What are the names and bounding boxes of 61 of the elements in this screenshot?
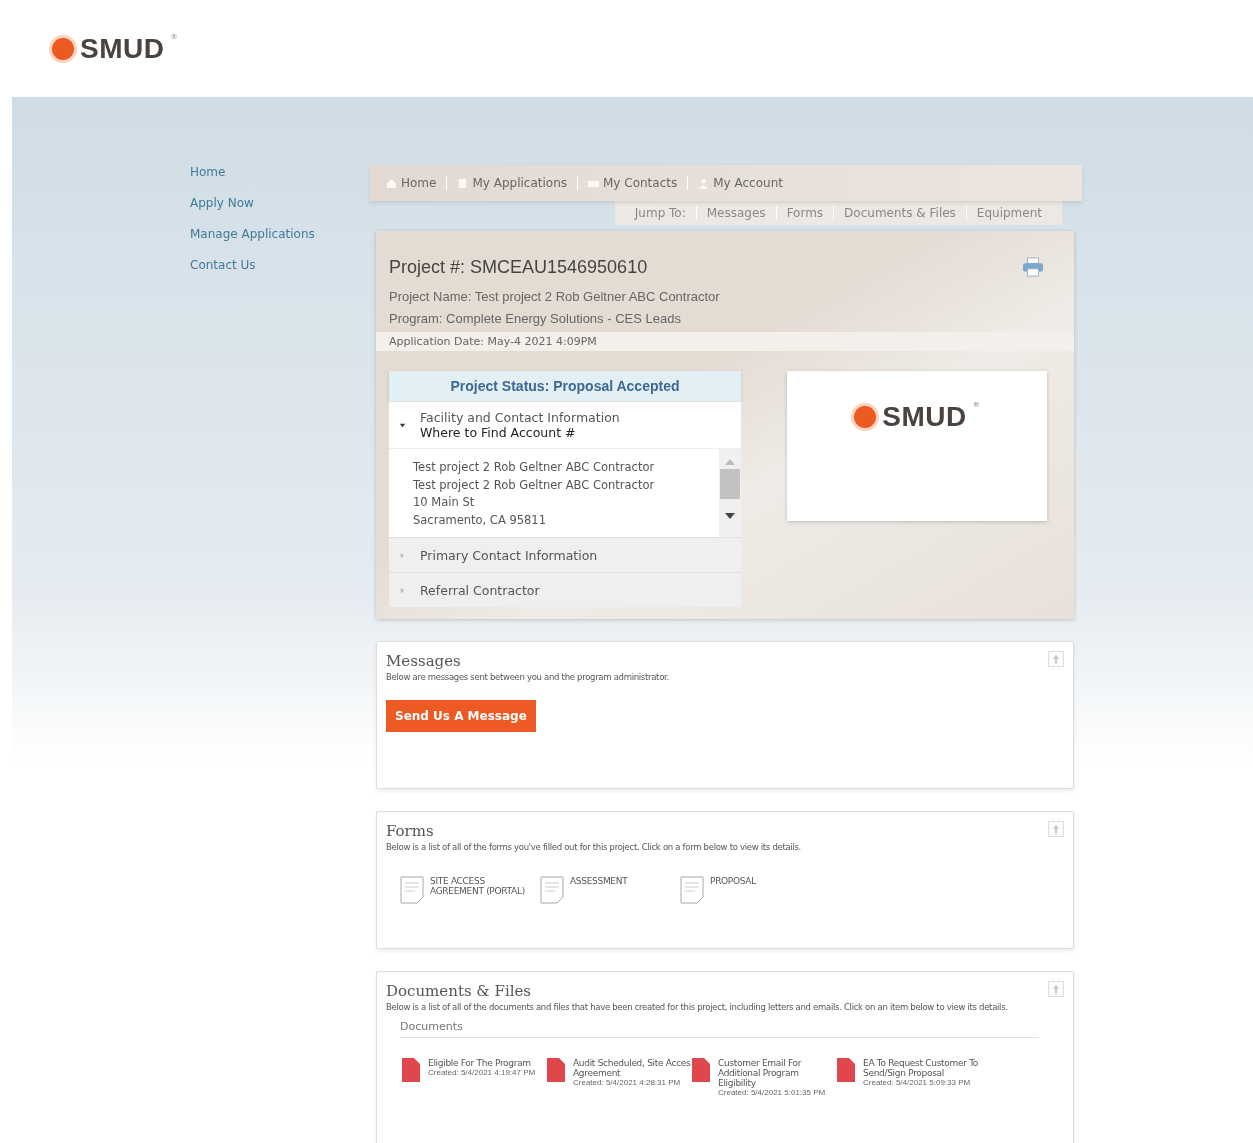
document-link[interactable]: Eligible For The Program: [428, 1058, 547, 1068]
caret-icon: [399, 586, 406, 594]
jump-to-label: Jump To:: [634, 206, 687, 220]
scrollbar[interactable]: [719, 449, 741, 537]
form-link[interactable]: SITE ACCESS AGREEMENT (PORTAL): [430, 876, 540, 896]
created-date: Created: 5/4/2021 5:01:35 PM: [718, 1088, 827, 1097]
created-date: Created: 5/4/2021 4:19:47 PM: [428, 1068, 537, 1077]
scroll-top-icon[interactable]: [1048, 651, 1064, 667]
program-name: Program: Complete Energy Solutions - CES Leads: [389, 310, 682, 328]
form-document-icon[interactable]: [680, 876, 704, 904]
jump-link[interactable]: Equipment: [965, 206, 1052, 220]
house-icon: [386, 177, 397, 189]
sidebar-link[interactable]: Home: [190, 165, 370, 179]
created-date: Created: 5/4/2021 5:09:33 PM: [863, 1078, 972, 1087]
send-message-button[interactable]: Send Us A Message: [386, 700, 536, 732]
form-document-icon[interactable]: [540, 876, 564, 904]
sidebar-link[interactable]: Contact Us: [190, 258, 370, 272]
jump-link[interactable]: Documents & Files: [833, 206, 966, 220]
section-title: Forms: [386, 822, 434, 840]
document-link[interactable]: EA To Request Customer To Send/Sign Proposal: [863, 1058, 982, 1078]
pdf-file-icon[interactable]: [837, 1058, 855, 1082]
smud-logo: SMUD $^{®}$: [854, 401, 980, 433]
caret-icon: [399, 551, 406, 559]
smud-logo[interactable]: SMUD $^{®}$: [52, 32, 178, 65]
form-link[interactable]: ASSESSMENT: [570, 876, 680, 886]
nav-tab[interactable]: My Account: [687, 176, 793, 190]
document-icon: [457, 177, 469, 189]
accordion-header[interactable]: Facility and Contact Information Where to Find Account #: [389, 402, 741, 448]
sidebar-link[interactable]: Apply Now: [190, 196, 370, 210]
caret-icon: [399, 421, 406, 429]
jump-link[interactable]: Messages: [695, 206, 776, 220]
form-document-icon[interactable]: [400, 876, 424, 904]
scroll-top-icon[interactable]: [1048, 981, 1064, 997]
person-icon: [698, 177, 710, 189]
scroll-top-icon[interactable]: [1048, 821, 1064, 837]
accordion-header[interactable]: Primary Contact Information: [389, 538, 741, 572]
jump-link[interactable]: Forms: [775, 206, 834, 220]
pdf-file-icon[interactable]: [692, 1058, 710, 1082]
pdf-file-icon[interactable]: [547, 1058, 565, 1082]
printer-icon[interactable]: [1022, 257, 1044, 277]
address-text: Test project 2 Rob Geltner ABC Contractor Test project 2 Rob Geltner ABC Contractor 10 Main St Sacramento, CA 95811: [412, 459, 656, 529]
section-description: Below is a list of all of the documents and files that have been created for this project, including letters and emails. Click on an item below to view its details.: [386, 1002, 1009, 1012]
section-title: Documents & Files: [386, 982, 532, 1000]
created-date: Created: 5/4/2021 4:28:31 PM: [573, 1078, 682, 1087]
pdf-file-icon[interactable]: [402, 1058, 420, 1082]
section-description: Below is a list of all of the forms you've filled out for this project. Click on a form below to view its details.: [386, 842, 802, 852]
accordion-header[interactable]: Referral Contractor: [389, 573, 741, 607]
project-number: Project #: SMCEAU1546950610: [389, 257, 649, 278]
section-title: Messages: [386, 652, 461, 670]
document-link[interactable]: Audit Scheduled, Site Acces Agreement: [573, 1058, 692, 1078]
project-name: Project Name: Test project 2 Rob Geltner ABC Contractor: [389, 288, 720, 306]
nav-tab[interactable]: Home: [386, 176, 447, 190]
section-description: Below are messages sent between you and the program administrator.: [386, 672, 670, 682]
application-date: Application Date: May-4 2021 4:09PM: [376, 332, 1074, 351]
sidebar-link[interactable]: Manage Applications: [190, 227, 370, 241]
project-status: Project Status: Proposal Accepted: [389, 371, 741, 401]
document-link[interactable]: Customer Email For Additional Program Eligibility: [718, 1058, 837, 1088]
nav-tab[interactable]: My Contacts: [577, 176, 688, 190]
form-link[interactable]: PROPOSAL: [710, 876, 820, 886]
nav-tab[interactable]: My Applications: [446, 176, 577, 190]
documents-heading: Documents: [400, 1020, 1039, 1038]
